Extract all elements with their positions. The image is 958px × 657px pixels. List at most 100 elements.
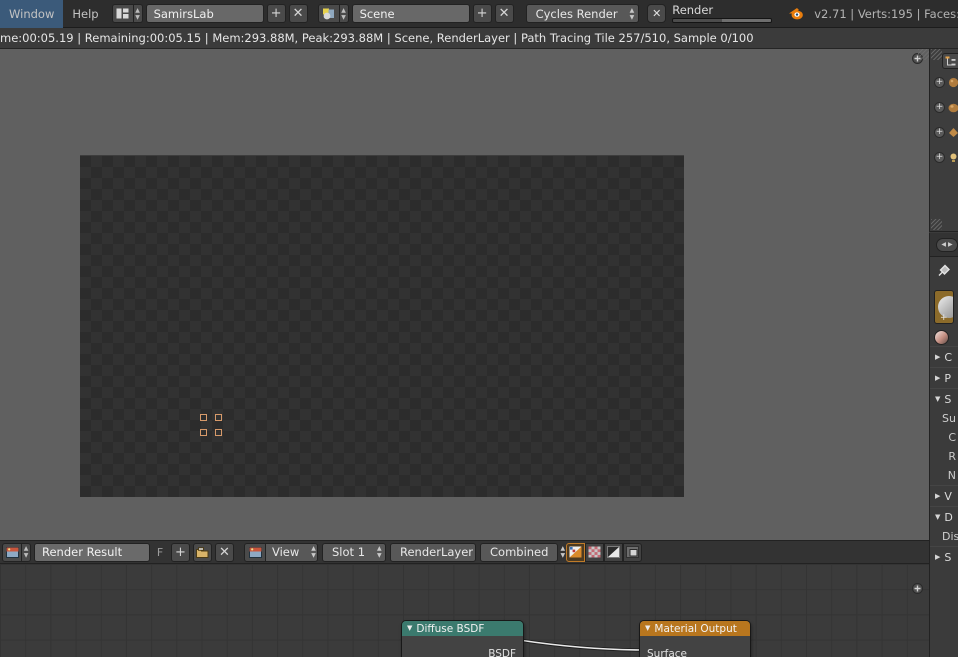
panel-volume-header[interactable]: ▶ V bbox=[930, 485, 958, 506]
panel-settings-label: S bbox=[944, 550, 952, 564]
screen-layout-selector[interactable]: ▲ ▼ SamirsLab + ✕ bbox=[111, 4, 308, 23]
surface-field-normal[interactable]: N bbox=[930, 466, 958, 485]
material-datablock-row[interactable] bbox=[934, 328, 954, 346]
new-image-button[interactable]: + bbox=[171, 542, 190, 562]
render-pass-arrows: ▲ ▼ bbox=[560, 545, 566, 559]
screen-layout-spinner[interactable]: ▲ ▼ bbox=[133, 4, 143, 23]
render-tile-indicator bbox=[200, 414, 222, 436]
scene-spinner[interactable]: ▲ ▼ bbox=[339, 4, 349, 23]
image-view-dropdown[interactable]: View ▲ ▼ bbox=[266, 542, 318, 562]
chevron-right-icon: ▶ bbox=[935, 492, 941, 500]
image-view-icon[interactable] bbox=[244, 542, 266, 562]
panel-settings-header[interactable]: ▶ S bbox=[930, 546, 958, 567]
fake-user-button[interactable]: F bbox=[152, 543, 168, 562]
render-layer-dropdown[interactable]: RenderLayer ▲▼ bbox=[390, 542, 490, 562]
scene-name[interactable]: Scene bbox=[351, 4, 470, 23]
image-datablock-spinner[interactable]: ▲ ▼ bbox=[22, 542, 31, 562]
chevron-right-icon: ▶ bbox=[935, 553, 941, 561]
material-output-node[interactable]: ▼ Material Output Surface bbox=[639, 620, 751, 657]
display-channels-zbuffer[interactable] bbox=[623, 542, 642, 562]
image-editor-area[interactable] bbox=[0, 49, 929, 540]
add-screen-layout-button[interactable]: + bbox=[266, 4, 286, 23]
properties-editor-header[interactable]: ◀ ▶ bbox=[930, 233, 958, 257]
display-channels-alpha[interactable] bbox=[604, 542, 623, 562]
collapse-triangle-icon[interactable]: ▼ bbox=[645, 625, 650, 632]
render-pass-dropdown[interactable]: Combined ▲ ▼ bbox=[480, 542, 565, 562]
image-datablock-icon[interactable] bbox=[2, 542, 22, 562]
unlink-image-button[interactable]: ✕ bbox=[215, 542, 234, 562]
area-grip-outliner-tl[interactable] bbox=[931, 49, 942, 60]
scene-selector[interactable]: ▲ ▼ Scene + ✕ bbox=[317, 4, 514, 23]
info-editor-header: Window Help ▲ ▼ SamirsLab + ✕ ▲ ▼ Scene … bbox=[0, 0, 958, 28]
render-slot-label: Slot 1 bbox=[332, 545, 366, 559]
properties-editor-area[interactable]: ◀ ▶ + ▶ C ▶ P ▼ S Su C R N ▶ V ▼ D Dis ▶… bbox=[929, 233, 958, 657]
outliner-row[interactable]: + bbox=[934, 126, 958, 138]
chevron-down-icon: ▼ bbox=[935, 513, 941, 521]
screen-layout-icon[interactable] bbox=[111, 4, 134, 23]
outliner-row[interactable]: + bbox=[934, 76, 958, 88]
outliner-header[interactable] bbox=[942, 53, 958, 69]
cancel-render-button[interactable]: ✕ bbox=[647, 4, 667, 23]
tile-corner-br bbox=[215, 429, 222, 436]
surface-field-color[interactable]: C bbox=[930, 428, 958, 447]
material-output-node-title: Material Output bbox=[654, 622, 737, 635]
menu-help[interactable]: Help bbox=[63, 0, 107, 28]
area-grip-top-right[interactable] bbox=[918, 49, 929, 60]
display-channels-color[interactable] bbox=[585, 542, 604, 562]
material-output-input-row: Surface bbox=[640, 645, 750, 657]
render-result-canvas[interactable] bbox=[80, 155, 684, 497]
material-slot-preview[interactable]: + bbox=[934, 290, 954, 324]
panel-context-label: C bbox=[944, 350, 953, 364]
render-slot-arrows: ▲ ▼ bbox=[377, 545, 382, 559]
tile-corner-bl bbox=[200, 429, 207, 436]
panel-preview-header[interactable]: ▶ P bbox=[930, 367, 958, 388]
render-engine-dropdown[interactable]: Cycles Render ▲ ▼ bbox=[525, 4, 640, 23]
expand-icon[interactable]: + bbox=[934, 151, 945, 163]
scene-icon[interactable] bbox=[317, 4, 340, 23]
panel-surface-header[interactable]: ▼ S bbox=[930, 388, 958, 409]
display-channels-toggle-group bbox=[566, 542, 642, 562]
add-scene-button[interactable]: + bbox=[472, 4, 492, 23]
pin-id-row[interactable] bbox=[930, 257, 958, 285]
surface-field-roughness[interactable]: R bbox=[930, 447, 958, 466]
delete-screen-layout-button[interactable]: ✕ bbox=[288, 4, 308, 23]
image-editor-header: ▲ ▼ Render Result F + ✕ View ▲ ▼ Slot 1 … bbox=[0, 540, 929, 564]
render-engine-label: Cycles Render bbox=[535, 6, 618, 21]
menu-window[interactable]: Window bbox=[0, 0, 64, 28]
panel-context-header[interactable]: ▶ C bbox=[930, 346, 958, 367]
outliner-row[interactable]: + bbox=[934, 151, 958, 163]
diffuse-bsdf-node-title: Diffuse BSDF bbox=[416, 622, 485, 635]
material-output-node-header[interactable]: ▼ Material Output bbox=[640, 621, 750, 636]
panel-preview-label: P bbox=[944, 371, 952, 385]
diffuse-bsdf-node-header[interactable]: ▼ Diffuse BSDF bbox=[402, 621, 523, 636]
render-layer-label: RenderLayer bbox=[400, 545, 474, 559]
expand-icon[interactable]: + bbox=[934, 101, 945, 113]
outliner-area[interactable]: + + + + bbox=[929, 49, 958, 232]
render-slot-dropdown[interactable]: Slot 1 ▲ ▼ bbox=[322, 542, 386, 562]
chevron-right-icon: ▶ bbox=[935, 374, 941, 382]
open-image-button[interactable] bbox=[193, 542, 212, 562]
diffuse-bsdf-node[interactable]: ▼ Diffuse BSDF BSDF bbox=[401, 620, 524, 657]
blender-logo-icon bbox=[788, 6, 804, 22]
image-view-selector[interactable]: View ▲ ▼ bbox=[244, 542, 318, 562]
collapse-triangle-icon[interactable]: ▼ bbox=[407, 625, 412, 632]
area-grip-outliner-bl[interactable] bbox=[931, 219, 942, 230]
add-material-slot-button[interactable]: + bbox=[940, 313, 948, 323]
delete-scene-button[interactable]: ✕ bbox=[494, 4, 514, 23]
expand-icon[interactable]: + bbox=[934, 76, 945, 88]
screen-layout-name[interactable]: SamirsLab bbox=[145, 4, 264, 23]
socket-label-bsdf: BSDF bbox=[488, 648, 516, 657]
chevron-down-icon: ▼ bbox=[935, 395, 941, 403]
chevron-right-icon: ▶ bbox=[935, 353, 941, 361]
panel-volume-label: V bbox=[944, 489, 952, 503]
render-pass-label: Combined bbox=[490, 545, 549, 559]
expand-icon[interactable]: + bbox=[934, 126, 945, 138]
node-editor-sidebar-toggle-icon[interactable] bbox=[912, 583, 923, 597]
display-channels-color-and-alpha[interactable] bbox=[566, 542, 585, 562]
panel-displacement-header[interactable]: ▼ D bbox=[930, 506, 958, 527]
render-status-line: me:00:05.19 | Remaining:00:05.15 | Mem:2… bbox=[0, 28, 958, 49]
scene-statistics: v2.71 | Verts:195 | Faces:158 | Tris bbox=[814, 6, 958, 21]
properties-tab-scroll[interactable]: ◀ ▶ bbox=[936, 237, 958, 252]
image-name-field[interactable]: Render Result bbox=[34, 542, 150, 562]
outliner-row[interactable]: + bbox=[934, 101, 958, 113]
